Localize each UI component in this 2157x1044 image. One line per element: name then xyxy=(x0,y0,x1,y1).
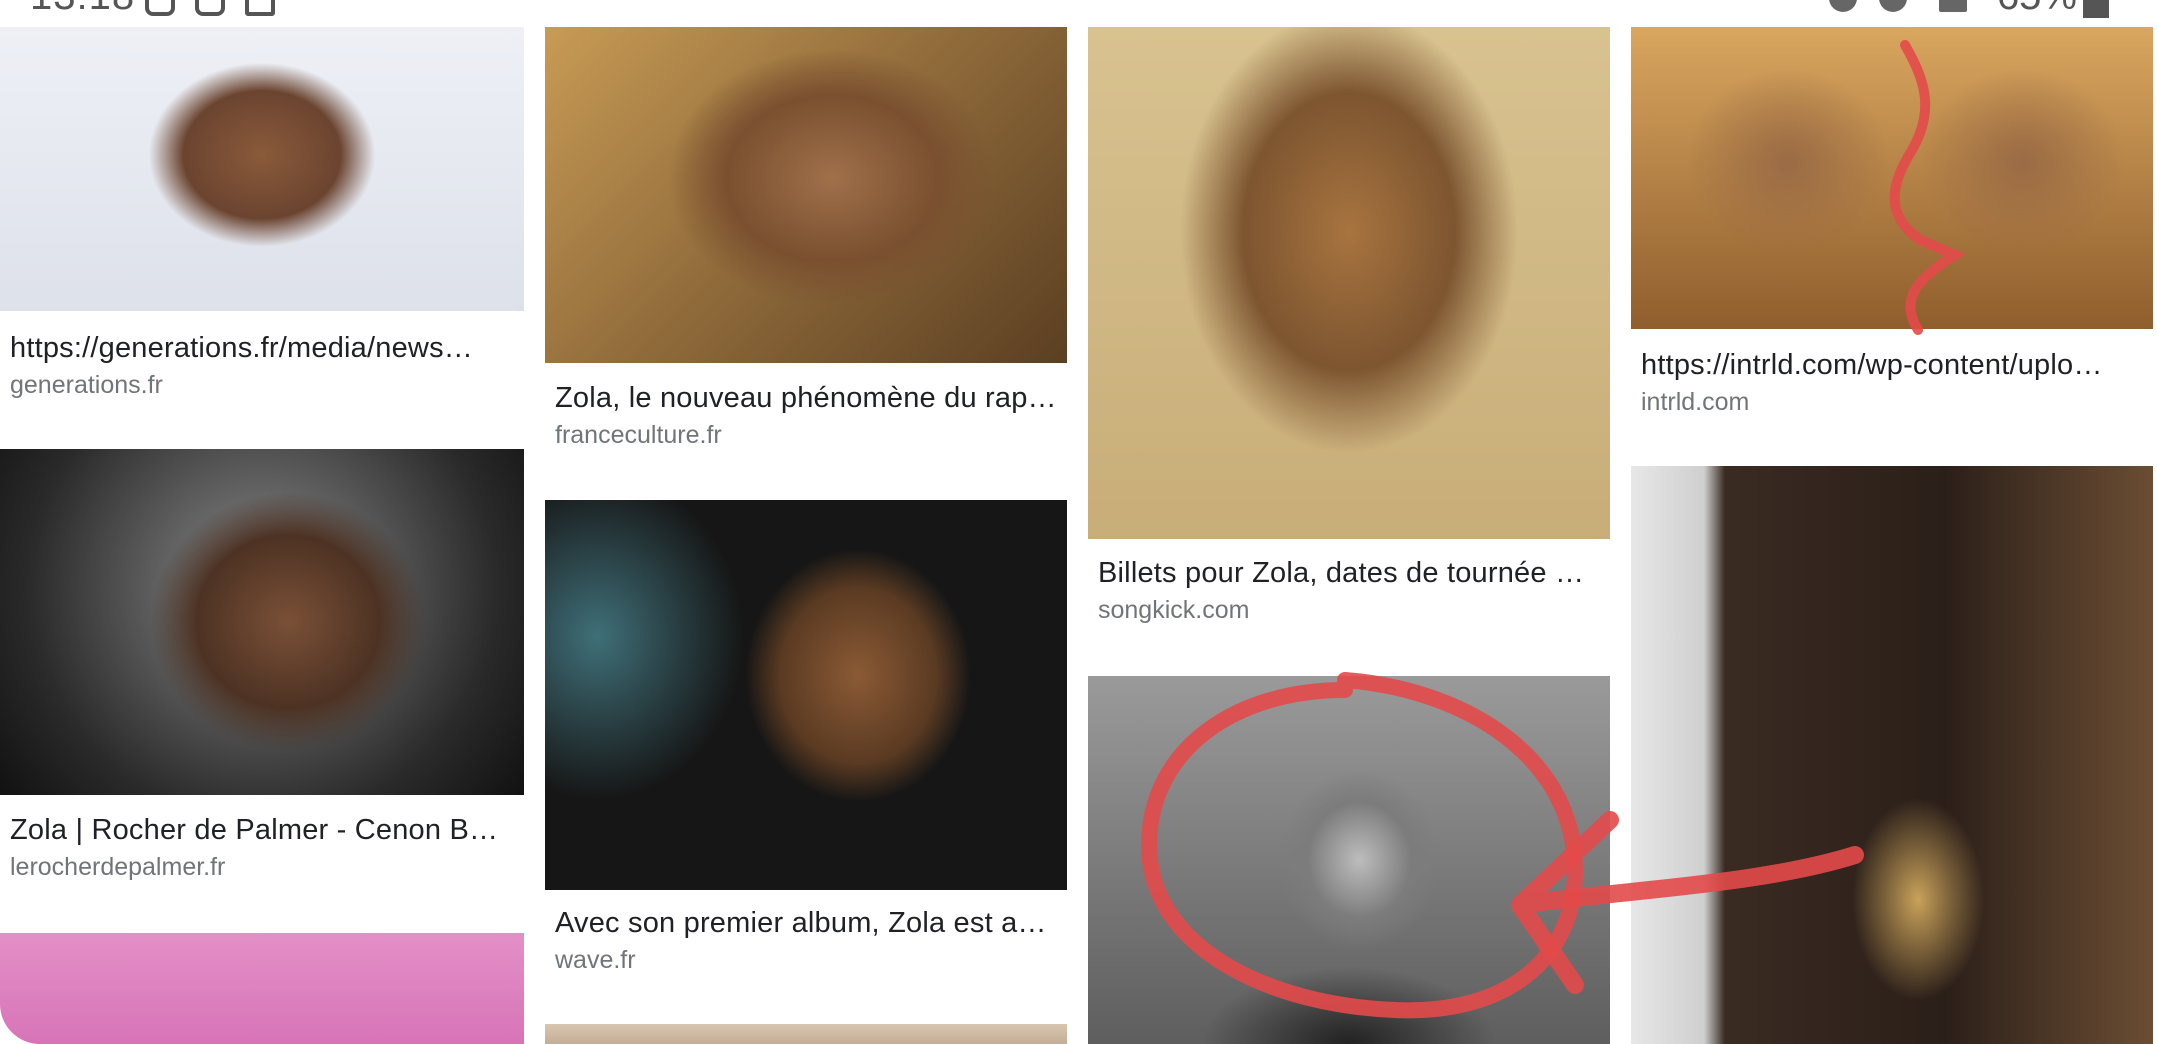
annotation-circle xyxy=(1141,672,1584,1019)
annotation-squiggle xyxy=(1889,40,1966,335)
annotation-overlay xyxy=(1141,40,1966,1019)
